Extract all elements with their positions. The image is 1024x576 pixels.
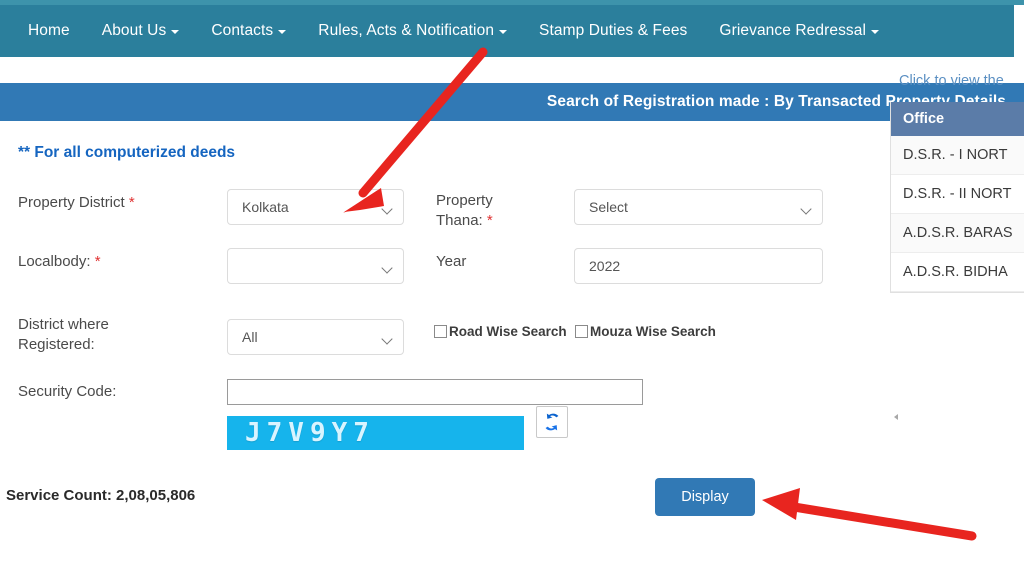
road-wise-search-checkbox[interactable]: Road Wise Search <box>434 324 567 339</box>
office-table-horizontal-scrollbar[interactable] <box>890 411 1024 424</box>
captcha-text: J7V9Y7 <box>245 418 375 448</box>
office-table-header: Office <box>891 102 1024 136</box>
refresh-captcha-button[interactable] <box>536 406 568 438</box>
security-code-input[interactable] <box>227 379 643 405</box>
mouza-wise-search-checkbox[interactable]: Mouza Wise Search <box>575 324 716 339</box>
nav-item-label: Contacts <box>211 22 274 39</box>
service-count-text: Service Count: 2,08,05,806 <box>6 487 196 504</box>
chevron-down-icon <box>278 30 287 34</box>
chevron-down-icon <box>499 30 508 34</box>
nav-item-grievance-redressal[interactable]: Grievance Redressal <box>703 5 895 57</box>
computerized-deeds-note: ** For all computerized deeds <box>18 144 236 161</box>
required-marker: * <box>486 212 493 229</box>
captcha-image: J7V9Y7 <box>227 416 524 450</box>
click-to-view-link[interactable]: Click to view the <box>890 70 1024 89</box>
scroll-left-arrow-icon[interactable] <box>894 414 898 420</box>
nav-item-label: Stamp Duties & Fees <box>539 22 688 39</box>
table-row[interactable]: A.D.S.R. BARAS <box>891 214 1024 253</box>
table-row[interactable]: D.S.R. - II NORT <box>891 175 1024 214</box>
nav-item-about-us[interactable]: About Us <box>86 5 196 57</box>
display-button[interactable]: Display <box>655 478 755 516</box>
year-input[interactable]: 2022 <box>574 248 823 284</box>
property-district-label: Property District * <box>18 194 135 211</box>
main-content: ** For all computerized deeds Property D… <box>0 121 1024 576</box>
table-row[interactable]: A.D.S.R. BIDHA <box>891 253 1024 292</box>
office-list-panel: Click to view the Office D.S.R. - I NORT… <box>890 70 1024 424</box>
district-registered-select[interactable]: All <box>227 319 404 355</box>
property-district-select[interactable]: Kolkata <box>227 189 404 225</box>
nav-item-label: Grievance Redressal <box>719 22 867 39</box>
page-header-banner: Search of Registration made : By Transac… <box>0 83 1024 121</box>
localbody-label: Localbody: * <box>18 253 101 270</box>
page-root: Home About Us Contacts Rules, Acts & Not… <box>0 0 1024 576</box>
main-navigation: Home About Us Contacts Rules, Acts & Not… <box>0 5 1014 57</box>
nav-item-label: Rules, Acts & Notification <box>318 22 495 39</box>
nav-item-stamp-duties-fees[interactable]: Stamp Duties & Fees <box>523 5 703 57</box>
nav-item-label: About Us <box>101 22 167 39</box>
required-marker: * <box>128 194 135 211</box>
property-thana-select[interactable]: Select <box>574 189 823 225</box>
nav-item-label: Home <box>28 22 70 39</box>
security-code-label: Security Code: <box>18 383 117 400</box>
localbody-select[interactable] <box>227 248 404 284</box>
office-table: Office D.S.R. - I NORT D.S.R. - II NORT … <box>890 102 1024 293</box>
mouza-wise-search-label: Mouza Wise Search <box>590 324 716 339</box>
refresh-icon <box>545 413 559 431</box>
chevron-down-icon <box>171 30 180 34</box>
checkbox-box-icon[interactable] <box>434 325 447 338</box>
property-thana-label: Property Thana: * <box>436 192 493 229</box>
checkbox-box-icon[interactable] <box>575 325 588 338</box>
nav-item-rules-acts-notification[interactable]: Rules, Acts & Notification <box>302 5 523 57</box>
chevron-down-icon <box>871 30 880 34</box>
required-marker: * <box>94 253 101 270</box>
nav-item-home[interactable]: Home <box>12 5 86 57</box>
year-label: Year <box>436 253 467 270</box>
road-wise-search-label: Road Wise Search <box>449 324 567 339</box>
nav-item-contacts[interactable]: Contacts <box>195 5 302 57</box>
table-row[interactable]: D.S.R. - I NORT <box>891 136 1024 175</box>
district-registered-label: District where Registered: <box>18 316 109 353</box>
